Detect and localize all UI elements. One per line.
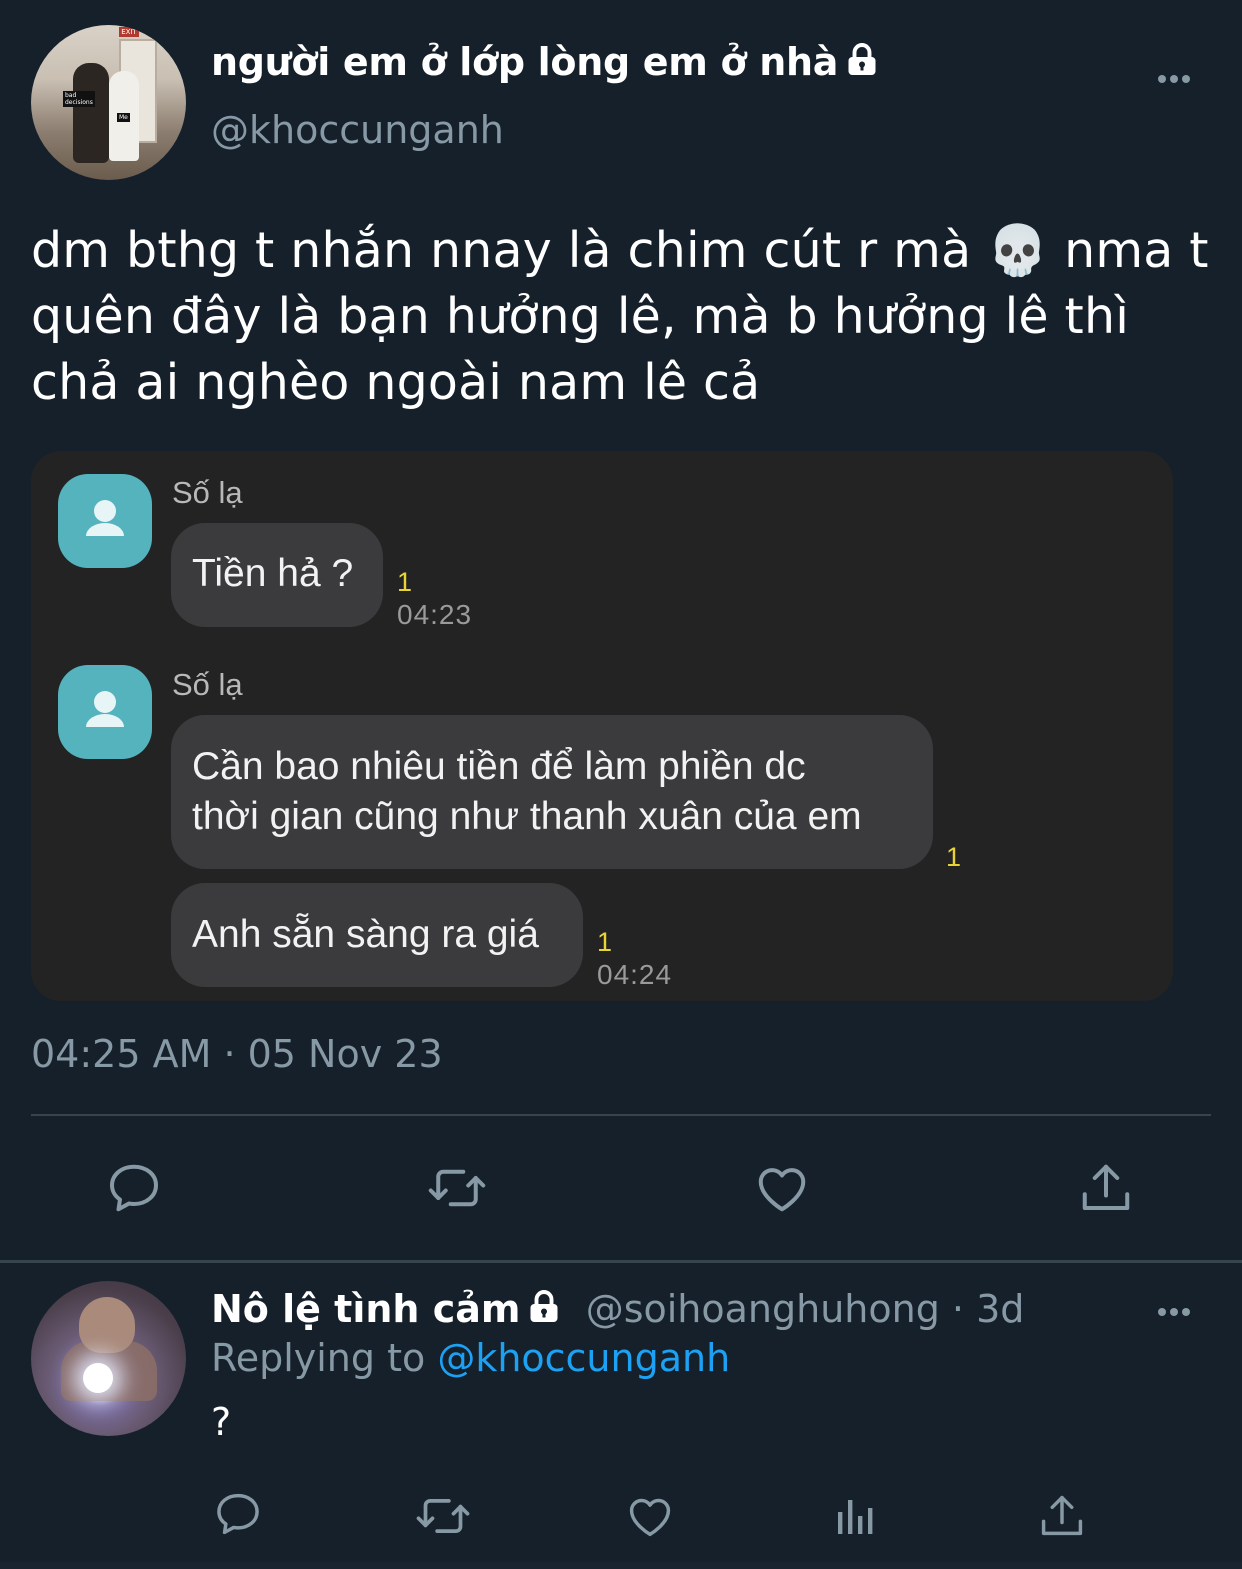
reply-more-options-icon[interactable] <box>1158 1301 1198 1316</box>
tweet-text-line-1: dm bthg t nhắn nnay là chim cút r mà 💀 n… <box>31 222 1209 279</box>
bottom-divider <box>0 1562 1242 1569</box>
person-icon <box>86 500 124 536</box>
contact-avatar <box>58 665 152 759</box>
author-name-text: người em ở lớp lòng em ở nhà <box>211 40 839 84</box>
section-divider <box>0 1260 1242 1263</box>
contact-avatar <box>58 474 152 568</box>
unread-count: 1 <box>397 567 413 597</box>
like-icon[interactable] <box>752 1158 812 1218</box>
author-avatar[interactable]: EXIT bad decisions Me <box>31 25 186 180</box>
more-options-icon[interactable] <box>1158 68 1198 83</box>
unread-count: 1 <box>946 842 962 872</box>
avatar-tag-right: Me <box>117 113 130 122</box>
reply-icon[interactable] <box>104 1158 164 1218</box>
lock-icon <box>526 1289 562 1334</box>
message-time: 04:24 <box>597 959 673 990</box>
message-text: Anh sẵn sàng ra giá <box>192 913 539 956</box>
replying-to: Replying to @khoccunganh <box>211 1336 730 1380</box>
reply-handle-time: @soihoanghuhong · 3d <box>585 1287 1025 1331</box>
replying-prefix: Replying to <box>211 1336 438 1380</box>
author-display-name[interactable]: người em ở lớp lòng em ở nhà <box>211 40 880 87</box>
retweet-icon[interactable] <box>415 1488 471 1544</box>
replying-mention-link[interactable]: @khoccunganh <box>437 1336 730 1380</box>
unread-count: 1 <box>597 927 613 957</box>
avatar-exit-sign: EXIT <box>119 27 139 37</box>
retweet-icon[interactable] <box>427 1158 487 1218</box>
reply-icon[interactable] <box>212 1488 264 1540</box>
reply-author-avatar[interactable] <box>31 1281 186 1436</box>
share-icon[interactable] <box>1076 1158 1136 1218</box>
attached-image[interactable]: Số lạ Tiền hả ? 1 04:23 Số lạ Cần bao nh… <box>31 451 1173 1001</box>
author-handle[interactable]: @khoccunganh <box>211 108 504 152</box>
tweet-text-line-2: quên đây là bạn hưởng lê, mà b hưởng lê … <box>31 288 1130 345</box>
message-bubble: Tiền hả ? <box>171 523 383 627</box>
reply-author-line[interactable]: Nô lệ tình cảm @soihoanghuhong · 3d <box>211 1287 1024 1334</box>
analytics-icon[interactable] <box>832 1492 880 1540</box>
message-text-line-1: Cần bao nhiêu tiền để làm phiền dc <box>192 745 806 788</box>
avatar-figure-left <box>73 63 109 163</box>
tweet-text: dm bthg t nhắn nnay là chim cút r mà 💀 n… <box>31 218 1211 416</box>
message-bubble: Cần bao nhiêu tiền để làm phiền dc thời … <box>171 715 933 869</box>
message-sender: Số lạ <box>172 667 243 702</box>
person-icon <box>86 691 124 727</box>
tweet-timestamp[interactable]: 04:25 AM · 05 Nov 23 <box>31 1032 443 1076</box>
message-text: Tiền hả ? <box>192 552 354 595</box>
lock-icon <box>844 42 880 87</box>
message-sender: Số lạ <box>172 475 243 510</box>
avatar-rider-head <box>79 1297 135 1353</box>
share-icon[interactable] <box>1036 1490 1088 1542</box>
like-icon[interactable] <box>624 1490 676 1542</box>
reply-text: ? <box>211 1400 232 1444</box>
tweet-text-line-3: chả ai nghèo ngoài nam lê cả <box>31 354 761 411</box>
message-time: 04:23 <box>397 599 473 630</box>
avatar-tag-left: bad decisions <box>63 91 95 107</box>
reply-author-name: Nô lệ tình cảm <box>211 1287 521 1331</box>
message-text-line-2: thời gian cũng như thanh xuân của em <box>192 795 862 838</box>
message-bubble: Anh sẵn sàng ra giá <box>171 883 583 987</box>
divider <box>31 1114 1211 1116</box>
avatar-headlight <box>83 1363 113 1393</box>
